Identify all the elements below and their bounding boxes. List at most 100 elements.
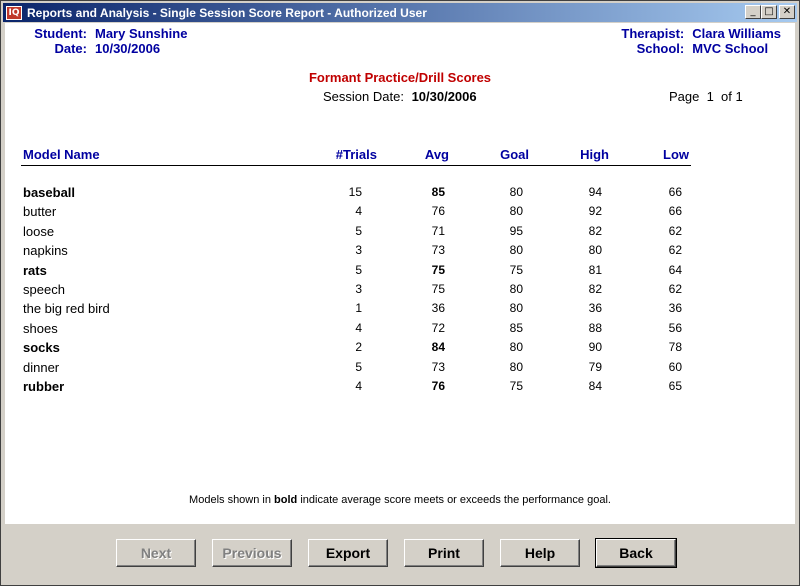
table-row: dinner 5 73 80 79 60 [5, 360, 795, 379]
footnote: Models shown in bold indicate average sc… [5, 494, 795, 506]
trials-cell: 15 [348, 185, 362, 199]
model-name-cell: socks [23, 340, 60, 356]
report-title: Formant Practice/Drill Scores [308, 70, 492, 85]
student-name: Mary Sunshine [95, 26, 188, 41]
model-name-cell: shoes [23, 320, 58, 336]
therapist-name: Clara Williams [692, 26, 781, 41]
high-cell: 79 [588, 359, 602, 374]
therapist-info: Therapist: Clara Williams School: MVC Sc… [594, 26, 781, 56]
model-name-cell: dinner [23, 359, 60, 375]
col-header-high: High [580, 147, 609, 162]
avg-cell: 71 [431, 223, 445, 238]
model-name-cell: speech [23, 282, 65, 297]
report-window: IQ Reports and Analysis - Single Session… [0, 0, 800, 586]
col-header-avg: Avg [424, 147, 449, 162]
table-row: rats 5 75 75 81 64 [5, 263, 795, 282]
report-date: 10/30/2006 [95, 41, 161, 56]
next-button[interactable]: Next [116, 539, 196, 567]
avg-cell: 36 [431, 301, 445, 316]
therapist-label: Therapist: [621, 26, 685, 41]
trials-cell: 4 [355, 379, 362, 393]
trials-cell: 5 [355, 223, 362, 238]
table-row: rubber 4 76 75 84 65 [5, 379, 795, 398]
low-cell: 56 [668, 320, 682, 335]
session-date-label: Session Date: [323, 89, 404, 104]
trials-cell: 5 [355, 359, 362, 374]
footnote-bold-word: bold [274, 494, 298, 506]
footnote-post: indicate average score meets or exceeds … [297, 494, 611, 506]
school-label: School: [636, 41, 685, 56]
help-button[interactable]: Help [500, 539, 580, 567]
trials-cell: 1 [355, 301, 362, 316]
avg-cell: 75 [431, 282, 445, 296]
table-row: loose 5 71 95 82 62 [5, 224, 795, 243]
low-cell: 65 [668, 379, 682, 393]
high-cell: 92 [588, 204, 602, 219]
table-row: speech 3 75 80 82 62 [5, 282, 795, 301]
table-row: baseball 15 85 80 94 66 [5, 185, 795, 204]
previous-button[interactable]: Previous [212, 539, 292, 567]
goal-cell: 80 [509, 359, 523, 374]
header-divider [21, 165, 691, 166]
window-title: Reports and Analysis - Single Session Sc… [27, 5, 427, 20]
col-header-goal: Goal [500, 147, 529, 162]
high-cell: 88 [588, 320, 602, 335]
col-header-model-name: Model Name [23, 147, 100, 162]
goal-cell: 85 [509, 320, 523, 335]
back-button[interactable]: Back [595, 538, 677, 568]
table-row: napkins 3 73 80 80 62 [5, 243, 795, 262]
trials-cell: 5 [355, 262, 362, 277]
page-info: Page 1 of 1 [669, 89, 743, 104]
table-row: butter 4 76 80 92 66 [5, 204, 795, 223]
table-row: the big red bird 1 36 80 36 36 [5, 301, 795, 320]
table-row: shoes 4 72 85 88 56 [5, 321, 795, 340]
close-icon[interactable]: ✕ [779, 5, 795, 19]
minimize-icon[interactable]: _ [745, 5, 761, 19]
col-header-low: Low [663, 147, 689, 162]
model-name-cell: rats [23, 262, 47, 278]
report-area: Student: Mary Sunshine Date: 10/30/2006 … [5, 23, 795, 524]
avg-cell: 76 [431, 204, 445, 219]
print-button[interactable]: Print [404, 539, 484, 567]
trials-cell: 4 [355, 204, 362, 219]
high-cell: 84 [588, 379, 602, 393]
low-cell: 66 [668, 204, 682, 219]
avg-cell: 85 [431, 185, 445, 199]
high-cell: 36 [588, 301, 602, 316]
low-cell: 66 [668, 185, 682, 199]
footnote-pre: Models shown in [189, 494, 275, 506]
low-cell: 60 [668, 359, 682, 374]
high-cell: 82 [588, 223, 602, 238]
high-cell: 94 [588, 185, 602, 199]
avg-cell: 72 [431, 320, 445, 335]
window-controls: _ □ ✕ [745, 5, 795, 19]
student-label: Student: [34, 26, 87, 41]
model-name-cell: the big red bird [23, 301, 110, 317]
trials-cell: 3 [355, 243, 362, 258]
model-name-cell: butter [23, 204, 57, 220]
goal-cell: 75 [509, 379, 523, 393]
low-cell: 62 [668, 243, 682, 258]
app-icon[interactable]: IQ [6, 5, 22, 20]
avg-cell: 73 [431, 243, 445, 258]
high-cell: 80 [588, 243, 602, 258]
avg-cell: 76 [431, 379, 445, 393]
model-name-cell: loose [23, 223, 55, 239]
goal-cell: 80 [509, 204, 523, 219]
export-button[interactable]: Export [308, 539, 388, 567]
goal-cell: 75 [509, 262, 523, 277]
goal-cell: 80 [509, 243, 523, 258]
model-name-cell: rubber [23, 379, 65, 394]
avg-cell: 73 [431, 359, 445, 374]
low-cell: 62 [668, 282, 682, 296]
title-bar[interactable]: IQ Reports and Analysis - Single Session… [3, 3, 797, 22]
session-date: Session Date: 10/30/2006 [323, 89, 477, 104]
goal-cell: 80 [509, 340, 523, 355]
session-date-value: 10/30/2006 [411, 89, 477, 104]
maximize-icon[interactable]: □ [761, 5, 777, 19]
table-row: socks 2 84 80 90 78 [5, 340, 795, 359]
avg-cell: 75 [431, 262, 445, 277]
trials-cell: 2 [355, 340, 362, 355]
date-label: Date: [54, 41, 87, 56]
goal-cell: 80 [509, 185, 523, 199]
